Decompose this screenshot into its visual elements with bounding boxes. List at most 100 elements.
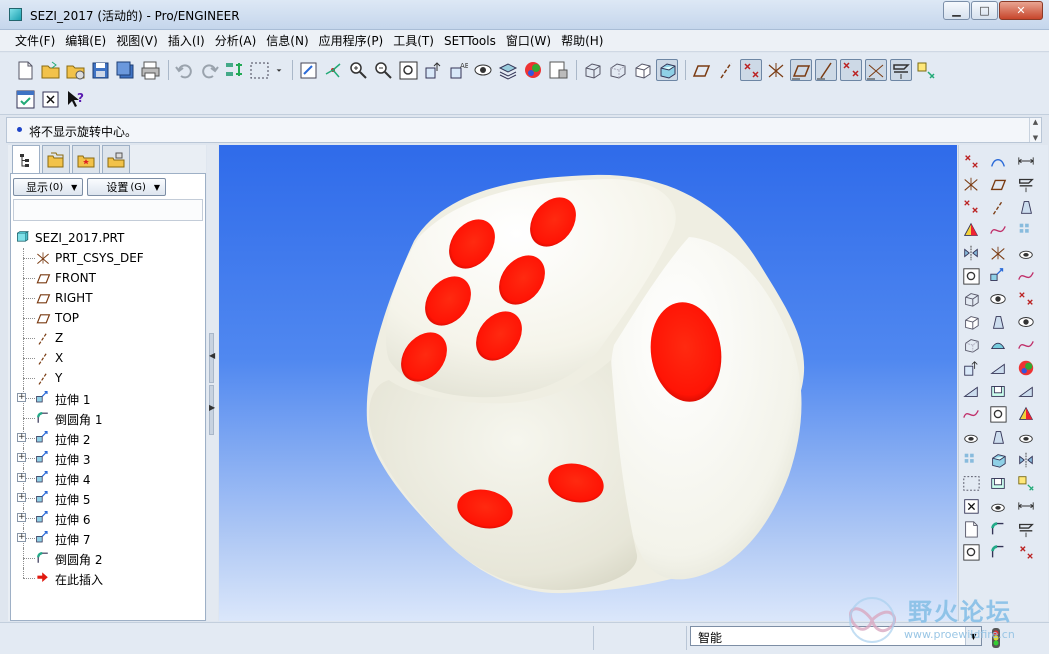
color-surface-icon[interactable]: [961, 220, 981, 240]
new-icon[interactable]: [961, 519, 981, 539]
annotation-icon[interactable]: [1016, 519, 1036, 539]
save-icon[interactable]: [89, 59, 111, 81]
measure-icon[interactable]: [1016, 496, 1036, 516]
tree-item[interactable]: + 拉伸 7: [11, 528, 205, 548]
tool-icon[interactable]: [915, 59, 937, 81]
datum-point-icon[interactable]: [1016, 542, 1036, 562]
hole-icon[interactable]: [1016, 427, 1036, 447]
saved-views-icon[interactable]: AB: [447, 59, 469, 81]
tree-item[interactable]: + 拉伸 1: [11, 388, 205, 408]
expand-right-icon[interactable]: ▶: [209, 403, 215, 412]
axis-tag-icon[interactable]: [815, 59, 837, 81]
csys-icon[interactable]: [988, 243, 1008, 263]
expand-icon[interactable]: +: [17, 513, 26, 522]
tree-item[interactable]: Z: [11, 328, 205, 348]
round-icon[interactable]: [988, 519, 1008, 539]
hidden-line-icon[interactable]: [606, 59, 628, 81]
measure-icon[interactable]: [1016, 151, 1036, 171]
datum-axis-icon[interactable]: [988, 197, 1008, 217]
close-button[interactable]: ✕: [999, 1, 1043, 20]
menu-settools[interactable]: SETTools: [439, 34, 501, 48]
hidden-line-icon[interactable]: [961, 335, 981, 355]
expand-icon[interactable]: +: [17, 493, 26, 502]
tree-filter-field[interactable]: [13, 199, 203, 221]
orient-icon[interactable]: [422, 59, 444, 81]
tool-icon[interactable]: [1016, 473, 1036, 493]
tab-model-tree[interactable]: [12, 145, 40, 174]
hole-icon[interactable]: [1016, 243, 1036, 263]
curve-icon[interactable]: [961, 404, 981, 424]
print-icon[interactable]: [139, 59, 161, 81]
settings-menu-button[interactable]: 设置 (G) ▼: [87, 178, 167, 196]
expand-icon[interactable]: +: [17, 433, 26, 442]
datum-point-icon[interactable]: [961, 151, 981, 171]
annotation-icon[interactable]: [890, 59, 912, 81]
menu-file[interactable]: 文件(F): [10, 32, 60, 49]
collapse-left-icon[interactable]: ◀: [209, 351, 215, 360]
tree-item[interactable]: + 拉伸 5: [11, 488, 205, 508]
redo-icon[interactable]: [198, 59, 220, 81]
select-box-icon[interactable]: [248, 59, 270, 81]
appearance-icon[interactable]: [1016, 312, 1036, 332]
color-surface-icon[interactable]: [1016, 404, 1036, 424]
view-manager-icon[interactable]: [14, 88, 36, 110]
expand-icon[interactable]: +: [17, 533, 26, 542]
zoom-out-icon[interactable]: [372, 59, 394, 81]
mirror-icon[interactable]: [961, 243, 981, 263]
message-scrollbar[interactable]: ▲ ▼: [1029, 118, 1041, 142]
repaint-icon[interactable]: [297, 59, 319, 81]
mirror-icon[interactable]: [1016, 450, 1036, 470]
csys-icon[interactable]: [961, 174, 981, 194]
round-icon[interactable]: [988, 542, 1008, 562]
tree-item[interactable]: + 拉伸 2: [11, 428, 205, 448]
point-tag-icon[interactable]: [1016, 289, 1036, 309]
menu-analysis[interactable]: 分析(A): [210, 32, 262, 49]
refit-icon[interactable]: [961, 266, 981, 286]
layers-icon[interactable]: [497, 59, 519, 81]
tree-item[interactable]: Y: [11, 368, 205, 388]
refit-icon[interactable]: [397, 59, 419, 81]
datum-plane-icon[interactable]: [988, 174, 1008, 194]
csys-icon[interactable]: [765, 59, 787, 81]
undo-icon[interactable]: [173, 59, 195, 81]
point-tag-icon[interactable]: [840, 59, 862, 81]
maximize-button[interactable]: □: [971, 1, 998, 20]
dice-model[interactable]: [219, 145, 957, 621]
tree-item[interactable]: RIGHT: [11, 288, 205, 308]
menu-view[interactable]: 视图(V): [111, 32, 163, 49]
csys-tag-icon[interactable]: [865, 59, 887, 81]
zoom-in-icon[interactable]: [347, 59, 369, 81]
hole-icon[interactable]: [961, 427, 981, 447]
regenerate-icon[interactable]: [223, 59, 245, 81]
draft-icon[interactable]: [1016, 197, 1036, 217]
selection-filter[interactable]: 智能 ▼: [690, 626, 982, 646]
curve-icon[interactable]: [1016, 266, 1036, 286]
menu-window[interactable]: 窗口(W): [501, 32, 556, 49]
tree-item[interactable]: FRONT: [11, 268, 205, 288]
menu-info[interactable]: 信息(N): [261, 32, 313, 49]
shading-icon[interactable]: [656, 59, 678, 81]
graphics-window[interactable]: [219, 145, 957, 621]
curve-icon[interactable]: [988, 220, 1008, 240]
menu-insert[interactable]: 插入(I): [163, 32, 210, 49]
expand-icon[interactable]: +: [17, 393, 26, 402]
select-box-icon[interactable]: [961, 473, 981, 493]
tree-item[interactable]: PRT_CSYS_DEF: [11, 248, 205, 268]
extrude-icon[interactable]: [988, 266, 1008, 286]
appearance-icon[interactable]: [472, 59, 494, 81]
datum-axis-icon[interactable]: [715, 59, 737, 81]
minimize-button[interactable]: ▁: [943, 1, 970, 20]
appearance-icon[interactable]: [988, 289, 1008, 309]
context-help-icon[interactable]: ?: [64, 88, 86, 110]
save-copy-icon[interactable]: [114, 59, 136, 81]
wireframe-icon[interactable]: [961, 289, 981, 309]
close-window-icon[interactable]: [961, 496, 981, 516]
chevron-down-icon[interactable]: ▼: [965, 627, 981, 645]
annotation-icon[interactable]: [1016, 174, 1036, 194]
new-icon[interactable]: [14, 59, 36, 81]
menu-applications[interactable]: 应用程序(P): [314, 32, 389, 49]
menu-edit[interactable]: 编辑(E): [60, 32, 111, 49]
rib-icon[interactable]: [1016, 381, 1036, 401]
tab-connections[interactable]: [102, 145, 130, 173]
hole-icon[interactable]: [988, 496, 1008, 516]
